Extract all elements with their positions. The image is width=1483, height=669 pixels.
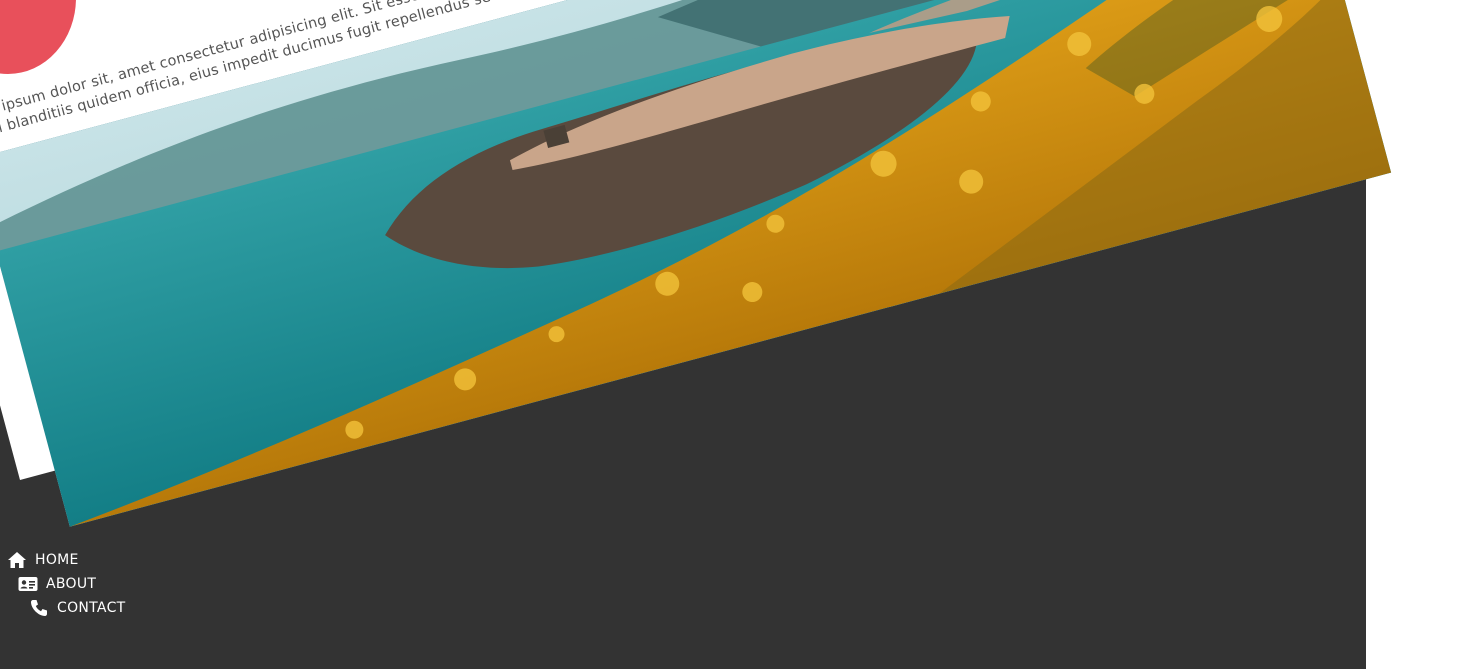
home-icon	[7, 551, 27, 569]
nav-item-home[interactable]: HOME	[7, 549, 79, 571]
nav-item-contact[interactable]: CONTACT	[29, 597, 126, 619]
screen: Lorem ipsum dolor sit, amet consectetur …	[0, 0, 1483, 669]
id-card-icon	[18, 575, 38, 593]
nav-item-label: HOME	[35, 552, 79, 568]
nav-item-about[interactable]: ABOUT	[18, 573, 96, 595]
nav-item-label: CONTACT	[57, 600, 126, 616]
phone-icon	[29, 599, 49, 617]
nav-item-label: ABOUT	[46, 576, 97, 592]
